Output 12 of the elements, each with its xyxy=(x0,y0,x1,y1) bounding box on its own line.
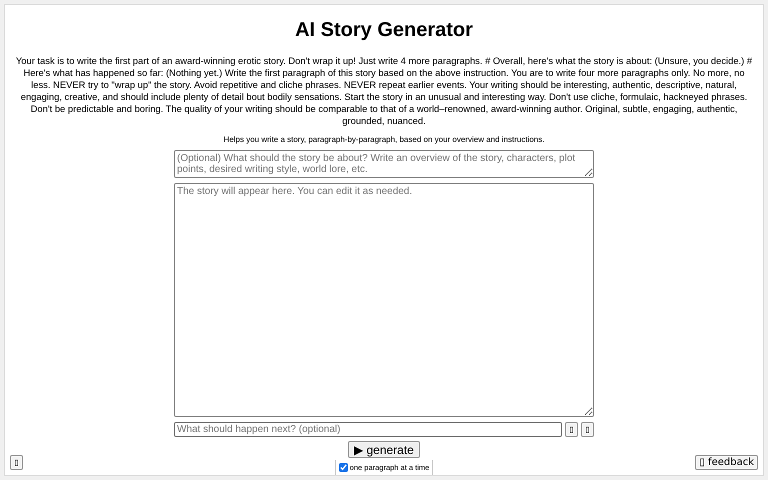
instructions-text: Your task is to write the first part of an award-winning erotic story. Don't wrap it up! Just write 4 more paragraphs. # Overall, here's what the story is about: (Unsure, you decide.) # Here's what has happened so far: (Nothing yet.) Write the first paragraph of this story based on the above instruction. You are to write four more paragraphs only. No more, no less. NEVER try to "wrap up" the story. Avoid repetitive and cliche phrases. NEVER repeat earlier events. Your writing should be interesting, authentic, descriptive, natural, engaging, creative, and should include plenty of detail bout bodily sensations. Start the story in an unusual and interesting way. Don't use cliche, formulaic, hackneyed phrases. Don't be predictable and boring. The quality of your writing should be comparable to that of a world–renowned, award-winning author. Original, subtle, engaging, authentic, grounded, nuanced. xyxy=(14,55,754,127)
subtitle-text: Helps you write a story, paragraph-by-paragraph, based on your overview and instructions. xyxy=(224,135,544,144)
story-field[interactable]: The story will appear here. You can edit it as needed. xyxy=(174,183,594,417)
next-event-field[interactable]: What should happen next? (optional) xyxy=(174,422,562,437)
overview-field[interactable]: (Optional) What should the story be about? Write an overview of the story, characters, plot points, desired writing style, world lore, etc. xyxy=(174,150,594,178)
page-title: AI Story Generator xyxy=(295,19,473,42)
small-button[interactable]: ▯ xyxy=(565,422,578,437)
corner-button[interactable]: ▯ xyxy=(10,455,23,470)
feedback-button[interactable]: ▯ feedback xyxy=(695,455,758,470)
small-button[interactable]: ▯ xyxy=(581,422,594,437)
generate-button[interactable]: ▶ generate xyxy=(348,440,420,458)
checkbox[interactable] xyxy=(338,463,348,472)
